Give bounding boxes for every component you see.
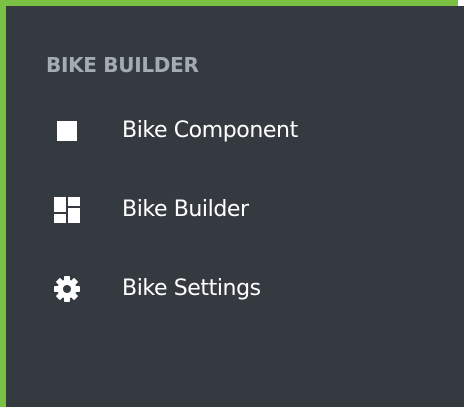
sidebar-item-label: Bike Settings [122, 276, 261, 301]
sidebar-heading: BIKE BUILDER [46, 53, 199, 77]
sidebar-panel: BIKE BUILDER Bike Component Bike Builder [6, 6, 464, 407]
sidebar-item-bike-builder[interactable]: Bike Builder [6, 195, 464, 274]
sidebar-menu: Bike Component Bike Builder Bike Setting… [6, 116, 464, 353]
sidebar-item-label: Bike Builder [122, 197, 249, 222]
sidebar-item-bike-settings[interactable]: Bike Settings [6, 274, 464, 353]
gear-icon [52, 274, 82, 304]
square-icon [52, 116, 82, 146]
sidebar-item-bike-component[interactable]: Bike Component [6, 116, 464, 195]
dashboard-icon [52, 195, 82, 225]
sidebar-item-label: Bike Component [122, 118, 298, 143]
